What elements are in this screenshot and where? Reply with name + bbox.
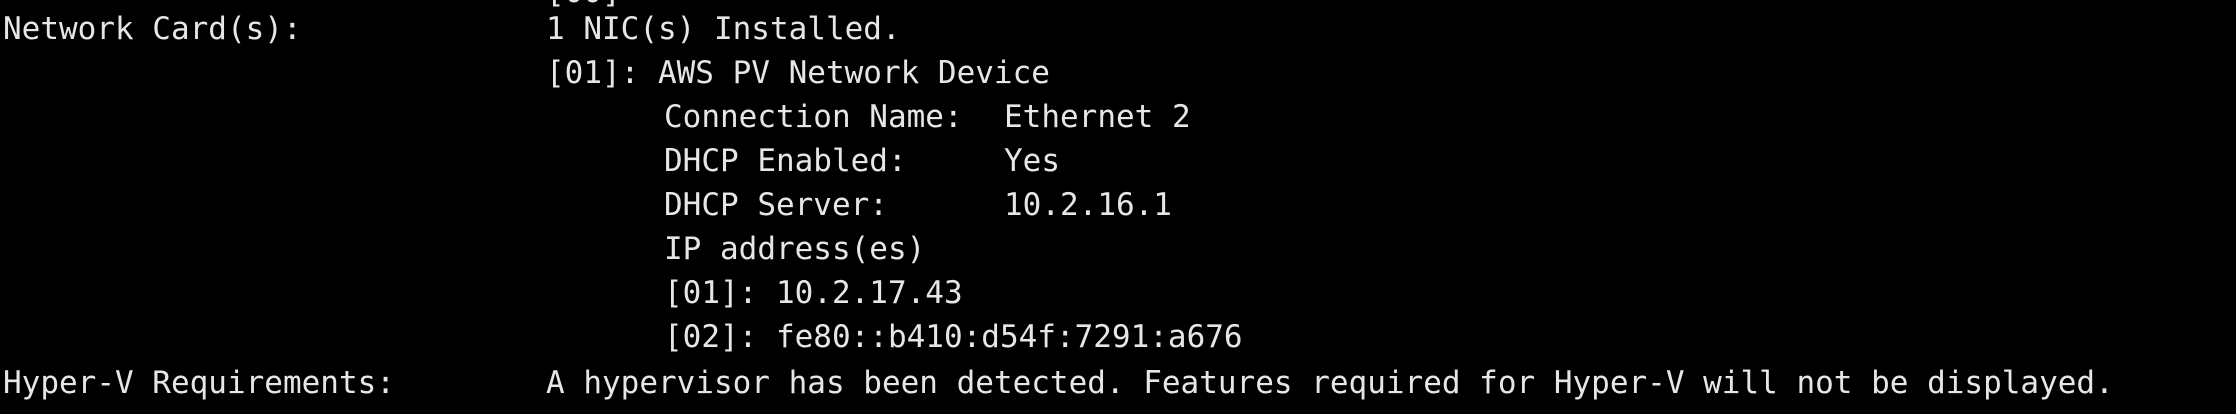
ip-addresses-label: IP address(es): [664, 231, 926, 267]
dhcp-enabled-label: DHCP Enabled:: [664, 143, 907, 179]
hyperv-requirements-value: A hypervisor has been detected. Features…: [546, 365, 2114, 401]
nic-entry: [01]: AWS PV Network Device: [546, 55, 1050, 91]
previous-line-fragment: [00]: [0, 0, 2236, 8]
dhcp-server-value: 10.2.16.1: [1004, 187, 1172, 223]
network-cards-label: Network Card(s):: [3, 11, 302, 47]
nic-count-text: 1 NIC(s) Installed.: [546, 11, 901, 47]
hyperv-requirements-label: Hyper-V Requirements:: [3, 365, 395, 401]
dhcp-server-label: DHCP Server:: [664, 187, 888, 223]
dhcp-enabled-value: Yes: [1004, 143, 1060, 179]
connection-name-value: Ethernet 2: [1004, 99, 1191, 135]
connection-name-label: Connection Name:: [664, 99, 963, 135]
ip-address-item: [02]: fe80::b410:d54f:7291:a676: [664, 319, 1243, 355]
ip-address-item: [01]: 10.2.17.43: [664, 275, 963, 311]
terminal-output: [00] Network Card(s): 1 NIC(s) Installed…: [0, 0, 2236, 414]
